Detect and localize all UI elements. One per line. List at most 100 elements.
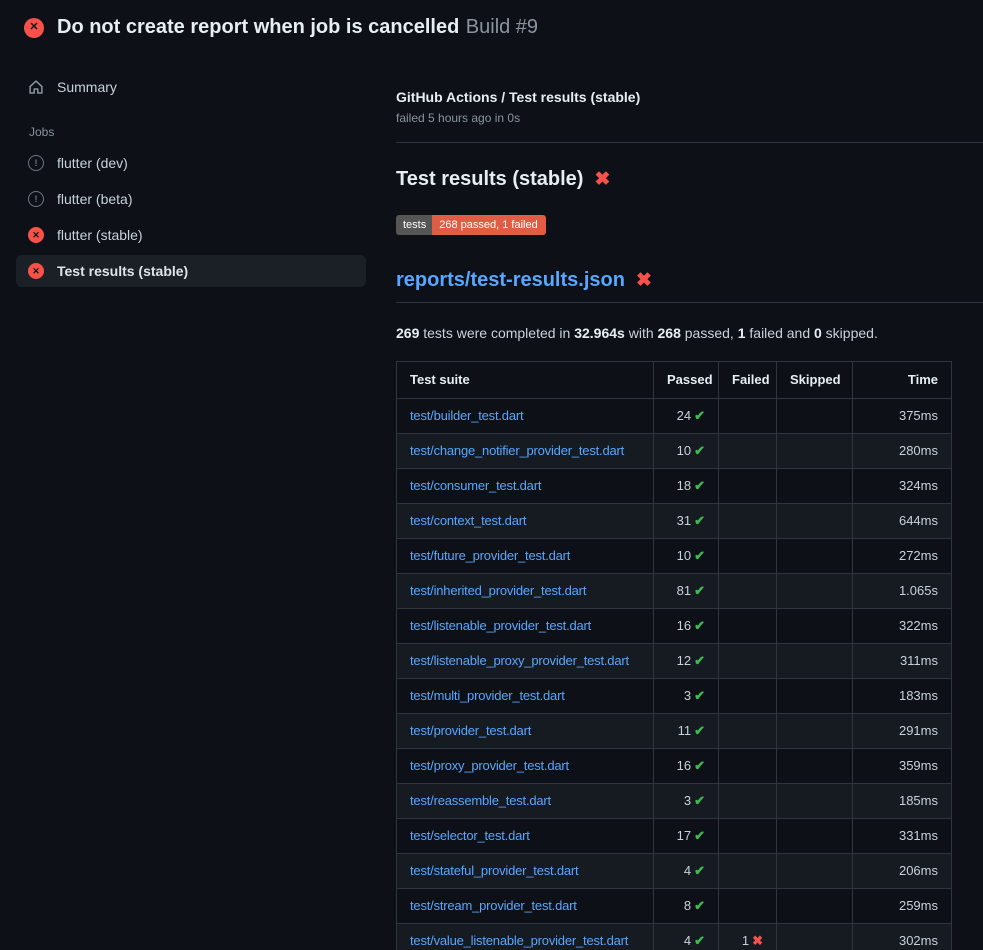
test-suite-link[interactable]: test/builder_test.dart [410,408,523,423]
suite-time: 272ms [853,539,952,574]
table-row: test/listenable_proxy_provider_test.dart… [397,644,952,679]
x-icon: ✖ [752,933,763,948]
check-icon: ✔ [694,653,705,668]
suite-time: 311ms [853,644,952,679]
divider [396,142,983,143]
check-icon: ✔ [694,583,705,598]
check-icon: ✔ [694,898,705,913]
test-suite-link[interactable]: test/proxy_provider_test.dart [410,758,569,773]
table-row: test/listenable_provider_test.dart16✔322… [397,609,952,644]
table-row: test/selector_test.dart17✔331ms [397,819,952,854]
test-results-table: Test suite Passed Failed Skipped Time te… [396,361,952,950]
test-suite-link[interactable]: test/future_provider_test.dart [410,548,570,563]
x-circle-icon: ✕ [24,18,44,38]
table-row: test/reassemble_test.dart3✔185ms [397,784,952,819]
test-suite-link[interactable]: test/listenable_proxy_provider_test.dart [410,653,629,668]
column-header-test-suite: Test suite [397,362,654,399]
sidebar-job-item[interactable]: ! flutter (dev) [16,147,366,179]
suite-time: 280ms [853,434,952,469]
table-row: test/proxy_provider_test.dart16✔359ms [397,749,952,784]
test-suite-link[interactable]: test/stateful_provider_test.dart [410,863,578,878]
test-suite-link[interactable]: test/consumer_test.dart [410,478,541,493]
suite-time: 302ms [853,924,952,950]
table-row: test/provider_test.dart11✔291ms [397,714,952,749]
suite-time: 291ms [853,714,952,749]
run-status-meta: failed 5 hours ago in 0s [396,111,951,125]
sidebar-item-label: flutter (dev) [57,155,128,171]
table-header-row: Test suite Passed Failed Skipped Time [397,362,952,399]
report-heading-row: reports/test-results.json ✖ [396,269,983,303]
stale-icon: ! [28,191,44,207]
suite-time: 322ms [853,609,952,644]
check-icon: ✔ [694,793,705,808]
test-suite-link[interactable]: test/context_test.dart [410,513,526,528]
sidebar-job-item[interactable]: ✕ flutter (stable) [16,219,366,251]
suite-time: 324ms [853,469,952,504]
table-row: test/multi_provider_test.dart3✔183ms [397,679,952,714]
table-row: test/change_notifier_provider_test.dart1… [397,434,952,469]
check-icon: ✔ [694,443,705,458]
test-suite-link[interactable]: test/value_listenable_provider_test.dart [410,933,628,948]
check-icon: ✔ [694,723,705,738]
badge-label: tests [396,215,432,235]
page-title-group: Do not create report when job is cancell… [57,16,538,39]
table-row: test/builder_test.dart24✔375ms [397,399,952,434]
x-circle-icon: ✕ [28,227,44,243]
column-header-passed: Passed [654,362,719,399]
check-icon: ✔ [694,688,705,703]
check-icon: ✔ [694,863,705,878]
build-number: Build #9 [466,16,538,38]
sidebar-item-label: Summary [57,79,117,95]
test-suite-link[interactable]: test/inherited_provider_test.dart [410,583,586,598]
check-icon: ✔ [694,408,705,423]
breadcrumb: GitHub Actions / Test results (stable) [396,89,951,105]
stale-icon: ! [28,155,44,171]
table-row: test/consumer_test.dart18✔324ms [397,469,952,504]
check-icon: ✔ [694,618,705,633]
table-row: test/stream_provider_test.dart8✔259ms [397,889,952,924]
suite-time: 1.065s [853,574,952,609]
suite-time: 183ms [853,679,952,714]
badge-value: 268 passed, 1 failed [432,215,545,235]
check-icon: ✔ [694,513,705,528]
section-title: Test results (stable) [396,168,583,191]
sidebar-job-item[interactable]: ✕ Test results (stable) [16,255,366,287]
suite-time: 185ms [853,784,952,819]
sidebar: Summary Jobs ! flutter (dev) ! flutter (… [0,53,380,291]
sidebar-job-item[interactable]: ! flutter (beta) [16,183,366,215]
test-suite-link[interactable]: test/provider_test.dart [410,723,531,738]
x-icon: ✖ [594,168,610,191]
suite-time: 331ms [853,819,952,854]
jobs-section-label: Jobs [29,125,366,139]
test-suite-link[interactable]: test/reassemble_test.dart [410,793,551,808]
summary-text: 269 tests were completed in 32.964s with… [396,325,951,341]
column-header-time: Time [853,362,952,399]
test-suite-link[interactable]: test/multi_provider_test.dart [410,688,565,703]
check-icon: ✔ [694,548,705,563]
home-icon [28,79,44,95]
table-row: test/future_provider_test.dart10✔272ms [397,539,952,574]
table-row: test/stateful_provider_test.dart4✔206ms [397,854,952,889]
report-file-link[interactable]: reports/test-results.json [396,269,625,292]
test-suite-link[interactable]: test/stream_provider_test.dart [410,898,577,913]
x-icon: ✖ [636,269,652,292]
table-row: test/inherited_provider_test.dart81✔1.06… [397,574,952,609]
suite-time: 206ms [853,854,952,889]
test-suite-link[interactable]: test/change_notifier_provider_test.dart [410,443,624,458]
table-row: test/context_test.dart31✔644ms [397,504,952,539]
sidebar-item-summary[interactable]: Summary [16,71,366,103]
column-header-failed: Failed [719,362,777,399]
check-icon: ✔ [694,828,705,843]
test-suite-link[interactable]: test/listenable_provider_test.dart [410,618,591,633]
tests-badge: tests 268 passed, 1 failed [396,215,546,235]
sidebar-item-label: flutter (beta) [57,191,132,207]
check-icon: ✔ [694,933,705,948]
suite-time: 359ms [853,749,952,784]
sidebar-item-label: Test results (stable) [57,263,188,279]
column-header-skipped: Skipped [777,362,853,399]
test-suite-link[interactable]: test/selector_test.dart [410,828,530,843]
check-icon: ✔ [694,478,705,493]
table-row: test/value_listenable_provider_test.dart… [397,924,952,950]
x-circle-icon: ✕ [28,263,44,279]
build-titlebar: ✕ Do not create report when job is cance… [0,0,983,53]
